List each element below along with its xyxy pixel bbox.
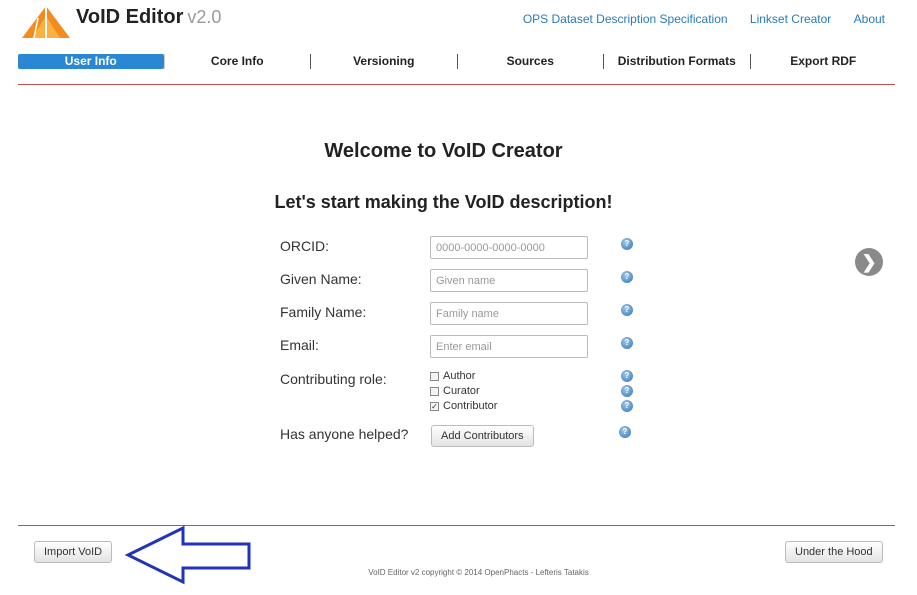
contributor-checkbox[interactable]: ✓ (430, 401, 439, 411)
role-option-author: Author (430, 370, 475, 382)
tab-versioning[interactable]: Versioning (310, 54, 457, 69)
email-input[interactable] (430, 335, 588, 358)
given-name-label: Given Name: (280, 271, 362, 287)
orcid-help-icon[interactable]: ? (621, 238, 633, 250)
top-links: OPS Dataset Description Specification Li… (504, 12, 885, 26)
orcid-label: ORCID: (280, 238, 329, 254)
family-name-label: Family Name: (280, 304, 367, 320)
curator-help-icon[interactable]: ? (621, 385, 633, 397)
family-name-help-icon[interactable]: ? (621, 304, 633, 316)
add-contributors-button[interactable]: Add Contributors (431, 425, 534, 447)
app-title-text: VoID Editor (76, 6, 184, 28)
header: VoID Editor v2.0 OPS Dataset Description … (0, 0, 917, 52)
page-title: Welcome to VoID Creator (324, 140, 563, 162)
curator-label: Curator (443, 385, 480, 397)
contributor-help-icon[interactable]: ? (621, 400, 633, 412)
next-page-button[interactable]: ❯ (855, 248, 883, 276)
app-version: v2.0 (187, 7, 222, 27)
app-title: VoID Editor v2.0 (76, 6, 221, 29)
tabs-divider (18, 84, 895, 85)
link-linkset-creator[interactable]: Linkset Creator (750, 12, 831, 26)
under-the-hood-button[interactable]: Under the Hood (785, 541, 883, 563)
role-option-contributor: ✓ Contributor (430, 400, 497, 412)
author-label: Author (443, 370, 476, 382)
tab-user-info[interactable]: User Info (18, 54, 164, 69)
curator-checkbox[interactable] (430, 386, 439, 396)
given-name-help-icon[interactable]: ? (621, 271, 633, 283)
link-ops-spec[interactable]: OPS Dataset Description Specification (523, 12, 728, 26)
orcid-input[interactable] (430, 236, 588, 259)
tab-core-info[interactable]: Core Info (163, 54, 311, 69)
page-subtitle: Let's start making the VoID description! (274, 192, 613, 212)
role-option-curator: Curator (430, 385, 480, 397)
tab-bar: User Info Core Info Versioning Sources D… (18, 54, 896, 69)
logo-icon (22, 6, 70, 39)
link-about[interactable]: About (854, 12, 885, 26)
contributing-role-label: Contributing role: (280, 371, 387, 387)
author-checkbox[interactable] (430, 371, 439, 381)
family-name-input[interactable] (430, 302, 588, 325)
tab-sources[interactable]: Sources (456, 54, 604, 69)
arrow-left-outline-icon (125, 525, 251, 585)
helped-help-icon[interactable]: ? (619, 426, 631, 438)
tab-distribution-formats[interactable]: Distribution Formats (603, 54, 750, 69)
author-help-icon[interactable]: ? (621, 370, 633, 382)
import-void-button[interactable]: Import VoID (34, 541, 113, 563)
given-name-input[interactable] (430, 269, 588, 292)
helped-label: Has anyone helped? (280, 426, 409, 442)
email-label: Email: (280, 337, 319, 353)
contributor-label: Contributor (443, 400, 498, 412)
tab-export-rdf[interactable]: Export RDF (749, 54, 897, 69)
email-help-icon[interactable]: ? (621, 337, 633, 349)
